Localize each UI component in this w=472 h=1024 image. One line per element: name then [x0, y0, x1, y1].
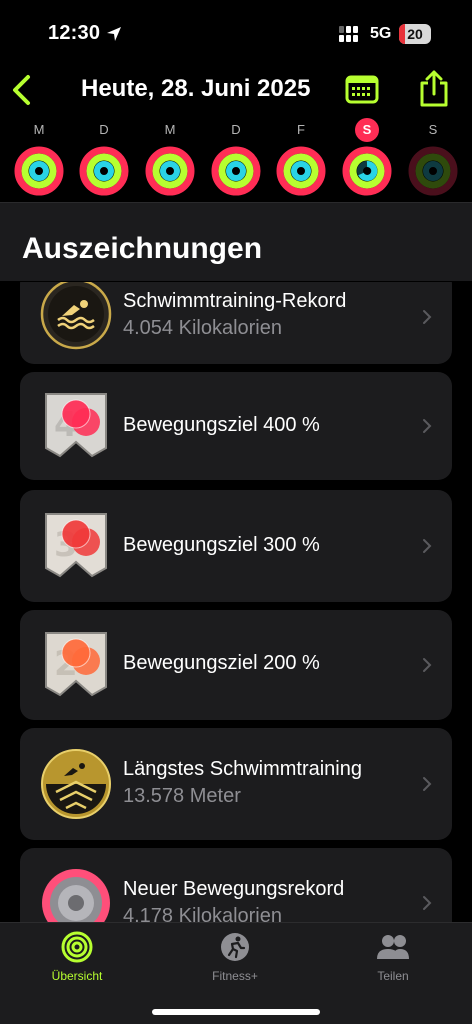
nav-header: Heute, 28. Juni 2025 — [0, 62, 472, 120]
award-subtitle: 13.578 Meter — [123, 785, 241, 807]
chevron-right-icon — [423, 896, 432, 910]
network-type: 5G — [370, 25, 392, 42]
day-column[interactable]: S — [407, 118, 459, 196]
activity-rings-icon — [211, 146, 261, 196]
status-time: 12:30 — [48, 22, 101, 44]
award-title: Bewegungsziel 200 % — [123, 652, 320, 674]
tab-overview[interactable]: Übersicht — [22, 931, 132, 983]
activity-rings-icon — [145, 146, 195, 196]
day-letter: S — [428, 122, 438, 137]
award-title: Bewegungsziel 400 % — [123, 414, 320, 436]
section-title: Auszeichnungen — [22, 232, 263, 265]
status-bar: 12:30 5G 20 — [0, 0, 472, 62]
award-row[interactable]: Neuer Bewegungsrekord 4.178 Kilokalorien — [20, 848, 452, 922]
chevron-right-icon — [423, 777, 432, 791]
people-icon — [377, 935, 409, 959]
activity-rings-empty-icon — [408, 146, 458, 196]
day-column[interactable]: D — [78, 118, 130, 196]
tab-fitness-plus[interactable]: Fitness+ — [180, 931, 290, 983]
activity-rings-icon — [276, 146, 326, 196]
chevron-right-icon — [423, 419, 432, 433]
longest-swim-badge-icon — [41, 749, 111, 819]
day-column[interactable]: M — [144, 118, 196, 196]
day-letter: M — [33, 122, 45, 137]
tab-sharing[interactable]: Teilen — [338, 931, 448, 983]
tab-label: Fitness+ — [212, 969, 258, 983]
award-row[interactable]: 4 Bewegungsziel 400 % — [20, 372, 452, 480]
back-chevron-icon[interactable] — [8, 72, 36, 108]
award-row[interactable]: 3 Bewegungsziel 300 % — [20, 490, 452, 602]
day-letter: M — [164, 122, 176, 137]
battery-percent: 20 — [407, 26, 423, 42]
tab-label: Übersicht — [51, 969, 103, 983]
week-strip: M D M D F S S — [0, 118, 472, 204]
award-row[interactable]: 2 Bewegungsziel 200 % — [20, 610, 452, 720]
fitness-plus-icon — [221, 933, 249, 961]
day-letter: D — [231, 122, 241, 137]
award-title: Neuer Bewegungsrekord — [123, 878, 345, 900]
new-move-record-badge-icon — [42, 869, 110, 922]
day-column[interactable]: F — [275, 118, 327, 196]
award-subtitle: 4.054 Kilokalorien — [123, 317, 282, 339]
chevron-right-icon — [423, 658, 432, 672]
chevron-right-icon — [423, 310, 432, 324]
chevron-right-icon — [423, 539, 432, 553]
day-column[interactable]: M — [13, 118, 65, 196]
move-goal-300-badge-icon: 3 — [45, 513, 107, 578]
day-letter: F — [297, 122, 305, 137]
award-subtitle: 4.178 Kilokalorien — [123, 905, 282, 922]
day-letter-today: S — [355, 118, 379, 142]
swim-record-badge-icon — [40, 282, 112, 350]
award-row[interactable]: Längstes Schwimmtraining 13.578 Meter — [20, 728, 452, 840]
activity-rings-icon — [342, 146, 392, 196]
activity-rings-icon — [61, 931, 93, 963]
award-title: Bewegungsziel 300 % — [123, 534, 320, 556]
cellular-signal-icon — [339, 26, 358, 42]
award-row[interactable]: Schwimmtraining-Rekord 4.054 Kilokalorie… — [20, 282, 452, 364]
day-column-today[interactable]: S — [341, 118, 393, 196]
move-goal-400-badge-icon: 4 — [45, 393, 107, 458]
location-arrow-icon — [107, 27, 121, 41]
share-icon[interactable] — [418, 68, 450, 108]
activity-rings-icon — [14, 146, 64, 196]
move-goal-200-badge-icon: 2 — [45, 632, 107, 697]
tab-label: Teilen — [377, 969, 409, 983]
day-column[interactable]: D — [210, 118, 262, 196]
activity-rings-icon — [79, 146, 129, 196]
award-title: Längstes Schwimmtraining — [123, 758, 362, 780]
home-indicator — [152, 1009, 320, 1015]
day-letter: D — [99, 122, 109, 137]
calendar-icon[interactable] — [345, 74, 379, 104]
awards-list: Schwimmtraining-Rekord 4.054 Kilokalorie… — [0, 282, 472, 922]
award-title: Schwimmtraining-Rekord — [123, 290, 347, 312]
page-title: Heute, 28. Juni 2025 — [81, 75, 311, 102]
